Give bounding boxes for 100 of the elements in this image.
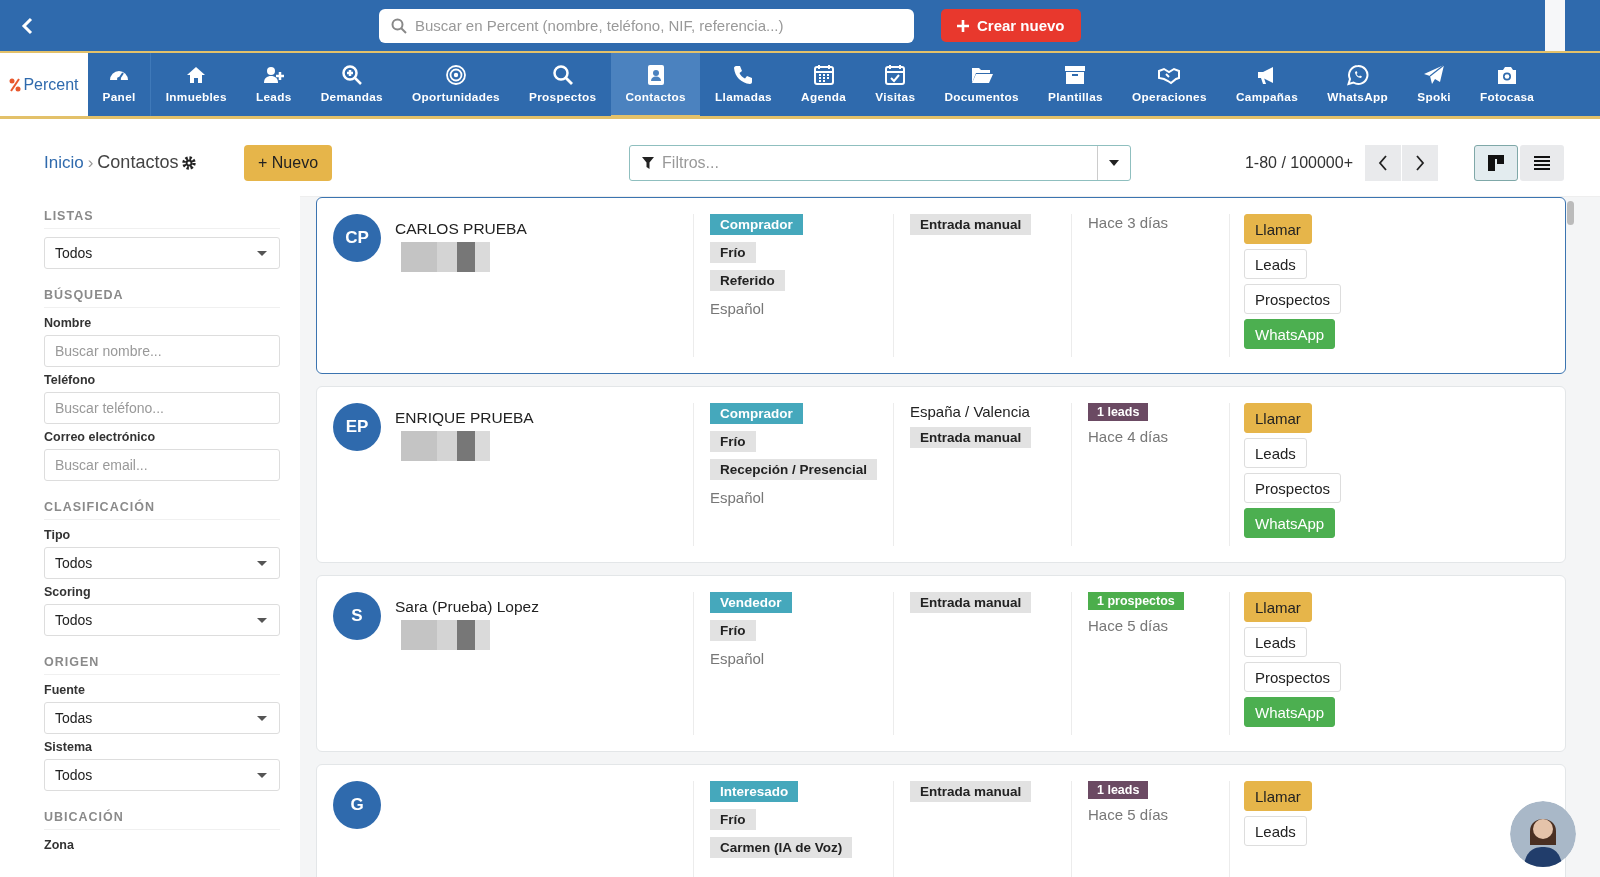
location-text: España / Valencia (910, 403, 1030, 420)
tag: Comprador (710, 214, 803, 235)
paper-plane-icon (1423, 64, 1446, 86)
calendar-icon (812, 64, 835, 86)
nav-tab[interactable]: Operaciones (1117, 53, 1222, 116)
calendar-check-icon (884, 64, 907, 86)
select-field[interactable]: Todos (44, 604, 280, 636)
pagination-count: 1-80 / 100000+ (1244, 153, 1353, 172)
nav-tab[interactable]: Fotocasa (1465, 53, 1549, 116)
nav-tab[interactable]: Agenda (786, 53, 861, 116)
text-field[interactable]: Buscar nombre... (44, 335, 280, 367)
breadcrumb-link[interactable]: Inicio (44, 152, 84, 173)
time-ago-text: Hace 5 días (1088, 806, 1169, 823)
tag: Interesado (710, 781, 799, 802)
avatar: EP (333, 403, 381, 451)
caret-icon (257, 715, 267, 721)
filter-field[interactable]: Filtros... (629, 144, 1132, 181)
nav-tab[interactable]: Campañas (1221, 53, 1313, 116)
view-toggle-button[interactable] (1474, 144, 1518, 181)
select-field[interactable]: Todas (44, 702, 280, 734)
count-badge: 1 prospectos (1088, 592, 1184, 610)
contact-name[interactable]: CARLOS PRUEBA (395, 220, 527, 238)
contact-name[interactable]: Sara (Prueba) Lopez (395, 598, 539, 616)
global-search-field[interactable]: Buscar en Percent (nombre, teléfono, NIF, referencia...) (379, 8, 914, 43)
caret-icon (257, 772, 267, 778)
tag: Carmen (IA de Voz) (710, 837, 853, 858)
section-heading: CLASIFICACIÓN (44, 493, 280, 520)
search-icon (551, 64, 574, 86)
field-label: Tipo (44, 528, 72, 542)
nav-tab[interactable]: Spoki (1402, 53, 1466, 116)
nav-tab[interactable]: Visitas (860, 53, 930, 116)
nav-tab[interactable]: Documentos (929, 53, 1034, 116)
call-button[interactable]: Llamar (1244, 592, 1312, 622)
action-button[interactable]: Leads (1244, 249, 1307, 279)
board-view-icon (1488, 154, 1504, 171)
next-page-button[interactable] (1402, 144, 1438, 181)
field-label: Fuente (44, 683, 86, 697)
avatar: S (333, 592, 381, 640)
action-button[interactable]: Leads (1244, 438, 1307, 468)
search-icon (391, 17, 407, 34)
origin-tag: Entrada manual (910, 427, 1032, 448)
select-field[interactable]: Todos (44, 759, 280, 791)
call-button[interactable]: Llamar (1244, 403, 1312, 433)
section-heading: LISTAS (44, 202, 280, 229)
tag: Frío (710, 809, 756, 830)
language-text: Español (710, 489, 765, 506)
nav-tab[interactable]: Demandas (306, 53, 398, 116)
nav-tab[interactable]: Inmuebles (151, 53, 242, 116)
previous-page-button[interactable] (1365, 144, 1401, 181)
user-plus-icon (262, 64, 285, 86)
nav-tab[interactable]: Panel (88, 53, 152, 116)
call-button[interactable]: Llamar (1244, 781, 1312, 811)
nav-tab[interactable]: Oportunidades (397, 53, 515, 116)
section-heading: ORIGEN (44, 648, 280, 675)
tag: Referido (710, 270, 785, 291)
contact-card[interactable]: S Sara (Prueba) Lopez Vendedor Frío Español Entrada manual 1 prospectos Hace 5 días Llamar Leads Prospectos WhatsApp (316, 575, 1566, 752)
contact-name[interactable]: ENRIQUE PRUEBA (395, 409, 534, 427)
caret-icon (257, 560, 267, 566)
scrollbar-thumb[interactable] (1567, 201, 1574, 225)
nav-tab[interactable]: Prospectos (514, 53, 611, 116)
nav-tab[interactable]: WhatsApp (1312, 53, 1403, 116)
origin-tag: Entrada manual (910, 592, 1032, 613)
call-button[interactable]: Llamar (1244, 214, 1312, 244)
nav-tab[interactable]: Plantillas (1033, 53, 1118, 116)
chevron-left-icon (1378, 154, 1388, 171)
time-ago-text: Hace 5 días (1088, 617, 1169, 634)
tag: Comprador (710, 403, 803, 424)
nav-tab[interactable]: Leads (241, 53, 307, 116)
caret-icon[interactable] (1109, 159, 1120, 166)
select-field[interactable]: Todos (44, 237, 280, 269)
window-edge (1545, 0, 1565, 51)
nav-tab[interactable]: Contactos (610, 53, 701, 116)
action-button[interactable]: Prospectos (1244, 473, 1342, 503)
plus-icon (957, 19, 969, 32)
action-button[interactable]: Leads (1244, 627, 1307, 657)
text-field[interactable]: Buscar email... (44, 449, 280, 481)
contact-card[interactable]: CP CARLOS PRUEBA Comprador Frío Referido Español Entrada manual Hace 3 días Llamar Leads Prospectos WhatsApp (316, 197, 1566, 374)
gear-icon[interactable] (182, 155, 197, 170)
action-button[interactable]: Leads (1244, 816, 1307, 846)
action-button[interactable]: Prospectos (1244, 662, 1342, 692)
tag: Recepción / Presencial (710, 459, 878, 480)
view-toggle-button[interactable] (1520, 144, 1564, 181)
contact-card[interactable]: EP ENRIQUE PRUEBA Comprador Frío Recepción / Presencial Español España / Valencia Entrada manual 1 leads Hace 4 días Llamar Leads Prospectos WhatsApp (316, 386, 1566, 563)
field-label: Nombre (44, 316, 93, 330)
tag: Frío (710, 620, 756, 641)
count-badge: 1 leads (1088, 403, 1149, 421)
origin-tag: Entrada manual (910, 781, 1032, 802)
contact-card[interactable]: G Interesado Frío Carmen (IA de Voz) Entrada manual 1 leads Hace 5 días Llamar Leads (316, 764, 1566, 877)
origin-tag: Entrada manual (910, 214, 1032, 235)
new-contact-button[interactable]: + Nuevo (244, 144, 333, 181)
select-field[interactable]: Todos (44, 547, 280, 579)
caret-icon (257, 617, 267, 623)
nav-tab[interactable]: Llamadas (700, 53, 787, 116)
tag: Vendedor (710, 592, 792, 613)
create-new-button[interactable]: Crear nuevo (941, 9, 1081, 42)
text-field[interactable]: Buscar teléfono... (44, 392, 280, 424)
action-button[interactable]: Prospectos (1244, 284, 1342, 314)
assistant-avatar-icon[interactable] (1510, 801, 1576, 867)
zoom-in-icon (340, 64, 363, 86)
time-ago-text: Hace 4 días (1088, 428, 1169, 445)
